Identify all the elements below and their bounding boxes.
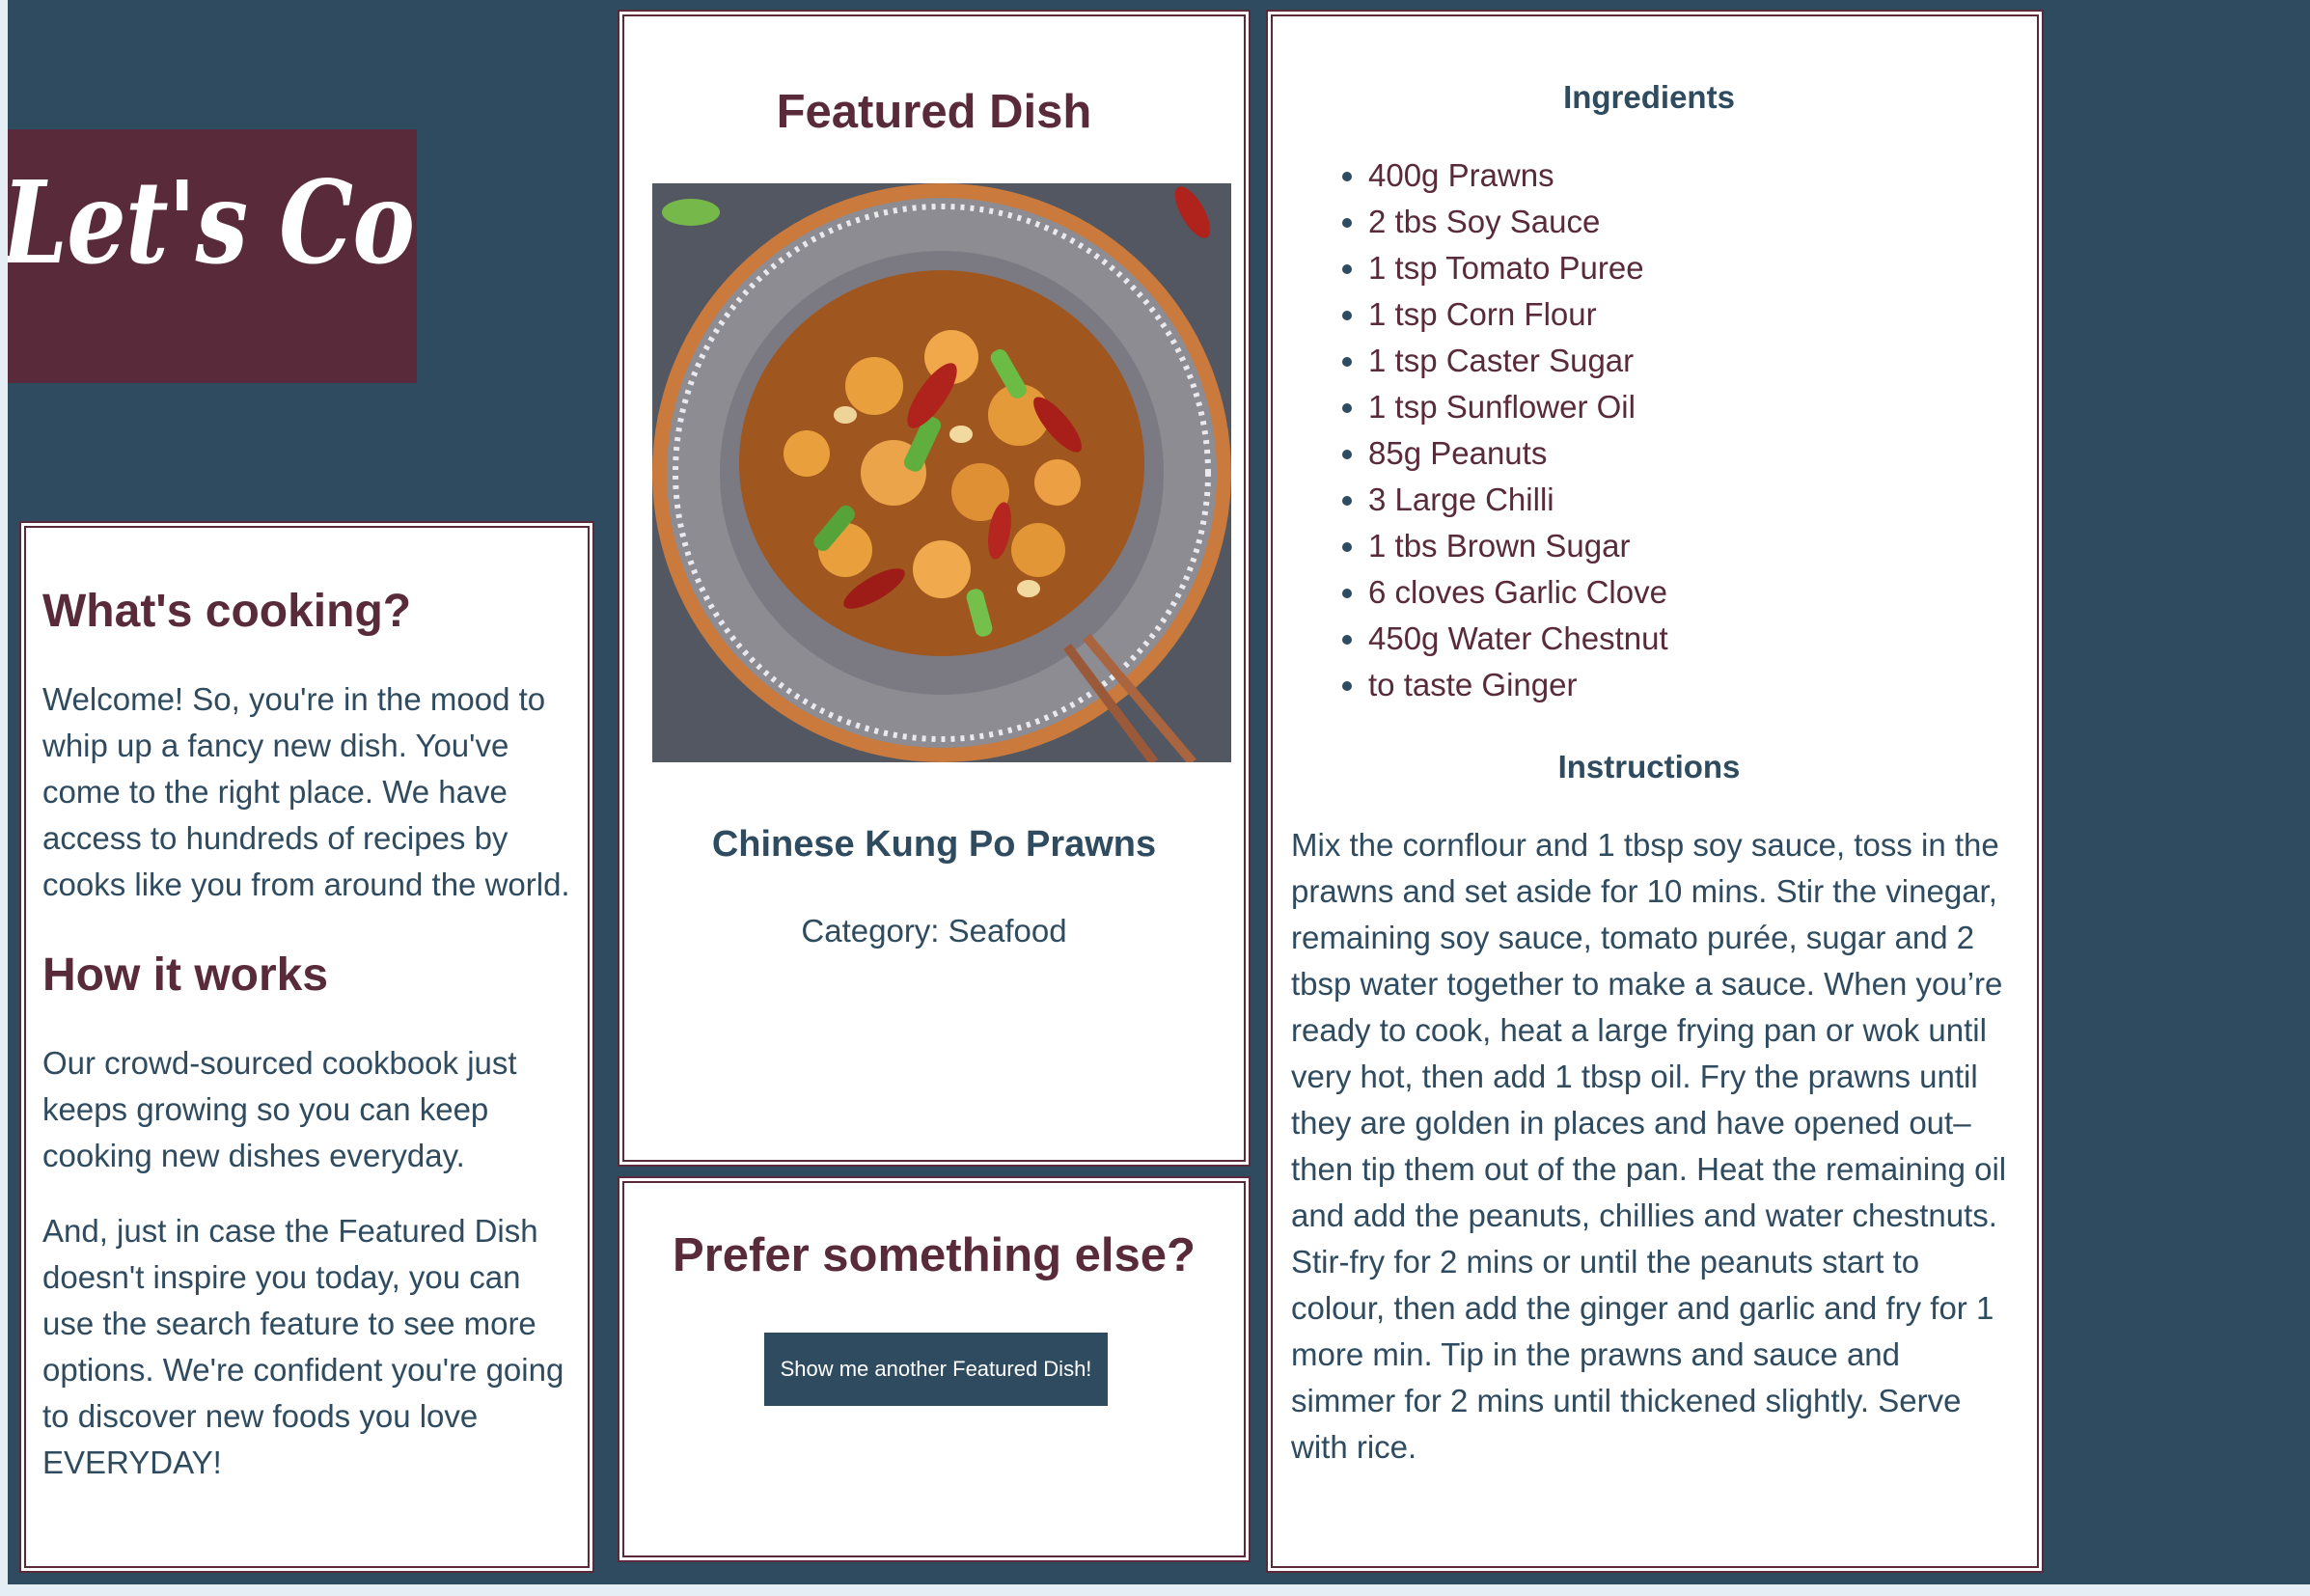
intro-panel: What's cooking? Welcome! So, you're in t… bbox=[19, 521, 594, 1573]
recipe-panel: Ingredients 400g Prawns2 tbs Soy Sauce1 … bbox=[1266, 10, 2044, 1573]
whats-cooking-heading: What's cooking? bbox=[42, 586, 412, 637]
show-another-dish-button[interactable]: Show me another Featured Dish! bbox=[764, 1333, 1108, 1406]
ingredient-item: 1 tsp Caster Sugar bbox=[1368, 338, 2007, 384]
prefer-panel: Prefer something else? Show me another F… bbox=[618, 1176, 1251, 1562]
ingredient-item: 400g Prawns bbox=[1368, 152, 2007, 199]
ingredient-item: 1 tsp Corn Flour bbox=[1368, 291, 2007, 338]
dish-name: Chinese Kung Po Prawns bbox=[711, 824, 1157, 865]
featured-dish-panel: Featured Dish Chinese Kung Po Prawns Cat… bbox=[618, 10, 1251, 1167]
site-logo[interactable]: Let's Cook! bbox=[8, 129, 417, 383]
how-it-works-heading: How it works bbox=[42, 949, 329, 1001]
dish-category: Category: Seafood bbox=[801, 913, 1067, 949]
how-it-works-text: Our crowd-sourced cookbook just keeps gr… bbox=[42, 1045, 517, 1173]
welcome-text: Welcome! So, you're in the mood to whip … bbox=[42, 681, 570, 902]
prefer-title: Prefer something else? bbox=[673, 1229, 1196, 1281]
ingredient-item: 1 tsp Tomato Puree bbox=[1368, 245, 2007, 291]
ingredient-item: 1 tbs Brown Sugar bbox=[1368, 523, 2007, 569]
dish-image bbox=[652, 183, 1231, 762]
featured-dish-title: Featured Dish bbox=[776, 86, 1092, 138]
instructions-text: Mix the cornflour and 1 tbsp soy sauce, … bbox=[1291, 827, 2007, 1465]
search-info-text: And, just in case the Featured Dish does… bbox=[42, 1213, 564, 1480]
ingredient-item: 85g Peanuts bbox=[1368, 430, 2007, 477]
ingredient-item: 450g Water Chestnut bbox=[1368, 616, 2007, 662]
ingredient-item: 6 cloves Garlic Clove bbox=[1368, 569, 2007, 616]
logo-text: Let's Cook! bbox=[8, 155, 417, 289]
ingredient-item: to taste Ginger bbox=[1368, 662, 2007, 708]
ingredient-item: 3 Large Chilli bbox=[1368, 477, 2007, 523]
ingredient-item: 1 tsp Sunflower Oil bbox=[1368, 384, 2007, 430]
instructions-heading: Instructions bbox=[1557, 749, 1741, 784]
ingredients-list: 400g Prawns2 tbs Soy Sauce1 tsp Tomato P… bbox=[1291, 152, 2007, 708]
page-background: Let's Cook! What's cooking? Welcome! So,… bbox=[8, 0, 2310, 1584]
ingredient-item: 2 tbs Soy Sauce bbox=[1368, 199, 2007, 245]
ingredients-heading: Ingredients bbox=[1563, 79, 1735, 115]
